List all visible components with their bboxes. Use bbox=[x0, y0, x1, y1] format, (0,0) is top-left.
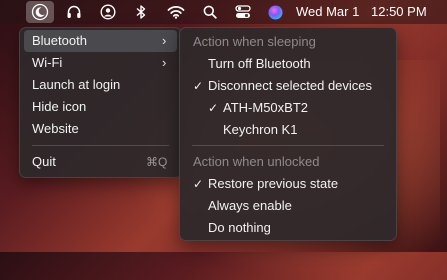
menu-item-website[interactable]: Website bbox=[24, 118, 177, 140]
menu-item-hide-icon[interactable]: Hide icon bbox=[24, 96, 177, 118]
submenu-item-label: Always enable bbox=[208, 198, 292, 213]
submenu-item-label: ATH-M50xBT2 bbox=[223, 100, 308, 115]
quit-shortcut: ⌘Q bbox=[146, 155, 168, 169]
section-header-sleeping: Action when sleeping bbox=[193, 34, 316, 49]
bluetooth-submenu: Action when sleeping Turn off Bluetooth … bbox=[179, 27, 397, 241]
menubar-date[interactable]: Wed Mar 1 bbox=[296, 0, 359, 24]
submenu-item-label: Do nothing bbox=[208, 220, 271, 235]
siri-status-item[interactable] bbox=[264, 0, 286, 24]
app-dropdown-menu: Bluetooth › Wi-Fi › Launch at login Hide… bbox=[19, 27, 182, 178]
bluetooth-icon bbox=[136, 5, 146, 19]
submenu-item-label: Disconnect selected devices bbox=[208, 78, 373, 93]
checkmark-icon: ✓ bbox=[193, 79, 204, 93]
menu-item-label: Hide icon bbox=[32, 99, 87, 114]
menu-item-label: Launch at login bbox=[32, 77, 121, 92]
submenu-item-device-keychron-k1[interactable]: Keychron K1 bbox=[184, 119, 392, 141]
siri-icon bbox=[268, 5, 282, 19]
headphones-status-item[interactable] bbox=[63, 0, 85, 24]
control-center-icon bbox=[235, 5, 251, 18]
submenu-item-restore-previous[interactable]: ✓ Restore previous state bbox=[184, 173, 392, 195]
search-icon bbox=[203, 5, 217, 19]
submenu-item-turn-off-bluetooth[interactable]: Turn off Bluetooth bbox=[184, 53, 392, 75]
submenu-item-do-nothing[interactable]: Do nothing bbox=[184, 217, 392, 239]
submenu-item-label: Turn off Bluetooth bbox=[208, 56, 311, 71]
checkmark-icon: ✓ bbox=[208, 101, 219, 115]
menu-bar: Wed Mar 1 12:50 PM bbox=[0, 0, 447, 24]
submenu-item-label: Keychron K1 bbox=[223, 122, 298, 137]
spotlight-status-item[interactable] bbox=[200, 0, 220, 24]
menu-item-bluetooth[interactable]: Bluetooth › bbox=[24, 30, 177, 52]
menu-separator bbox=[32, 145, 169, 146]
checkmark-icon: ✓ bbox=[193, 177, 204, 191]
bluetooth-status-item[interactable] bbox=[131, 0, 151, 24]
control-center-status-item[interactable] bbox=[232, 0, 254, 24]
menu-item-label: Bluetooth bbox=[32, 33, 87, 48]
user-circle-icon bbox=[100, 4, 116, 20]
submenu-item-label: Restore previous state bbox=[208, 176, 339, 191]
menu-item-label: Quit bbox=[32, 154, 56, 169]
user-status-item[interactable] bbox=[97, 0, 119, 24]
wifi-status-item[interactable] bbox=[165, 0, 187, 24]
submenu-item-disconnect-selected[interactable]: ✓ Disconnect selected devices bbox=[184, 75, 392, 97]
menu-item-wifi[interactable]: Wi-Fi › bbox=[24, 52, 177, 74]
submenu-separator bbox=[192, 145, 384, 146]
menu-item-label: Wi-Fi bbox=[32, 55, 63, 70]
headphones-icon bbox=[67, 5, 81, 18]
app-moon-icon bbox=[31, 3, 49, 21]
menubar-time[interactable]: 12:50 PM bbox=[371, 0, 427, 24]
section-header-unlocked: Action when unlocked bbox=[193, 154, 320, 169]
wifi-icon bbox=[167, 6, 185, 19]
submenu-item-always-enable[interactable]: Always enable bbox=[184, 195, 392, 217]
menu-item-launch-at-login[interactable]: Launch at login bbox=[24, 74, 177, 96]
submenu-item-device-ath-m50xbt2[interactable]: ✓ ATH-M50xBT2 bbox=[184, 97, 392, 119]
chevron-right-icon: › bbox=[162, 55, 167, 70]
menu-item-quit[interactable]: Quit ⌘Q bbox=[24, 151, 177, 173]
chevron-right-icon: › bbox=[162, 33, 167, 48]
menu-item-label: Website bbox=[32, 121, 79, 136]
app-status-item[interactable] bbox=[26, 1, 54, 23]
